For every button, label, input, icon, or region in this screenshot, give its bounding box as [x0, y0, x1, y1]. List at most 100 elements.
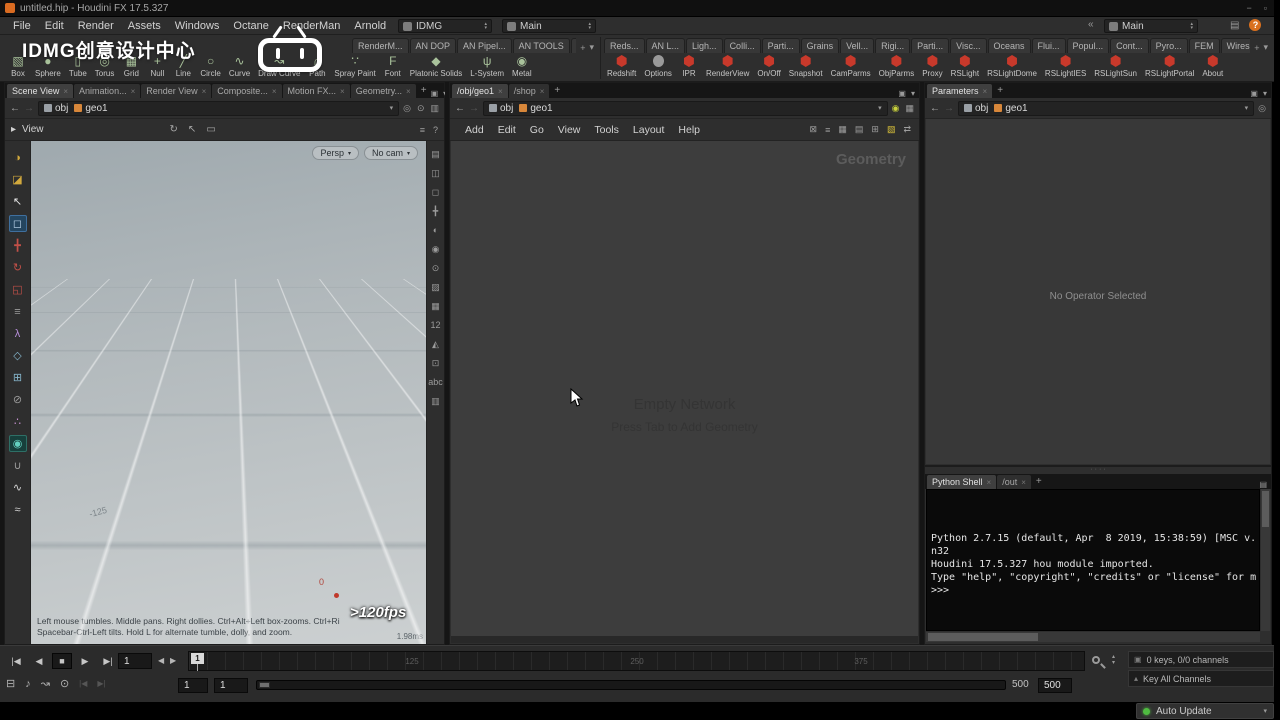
pane-maximize-icon[interactable]: ▣ [1250, 89, 1258, 98]
back-icon[interactable]: ← [455, 103, 465, 114]
shelf-tool-button[interactable]: RSLightSun [1091, 54, 1140, 81]
persp-camera-select[interactable]: Persp ▾ [312, 146, 359, 160]
shelf-tab[interactable]: Parti... [761, 38, 800, 53]
close-icon[interactable]: × [63, 87, 68, 96]
close-icon[interactable]: × [540, 87, 545, 96]
shelf-tab[interactable]: Visc... [950, 38, 987, 53]
spinner-icon[interactable]: ▴ ▾ [1190, 22, 1193, 31]
pin-icon[interactable]: ◎ [1258, 103, 1266, 114]
menu-item[interactable]: Windows [168, 20, 227, 32]
shelf-tool-button[interactable]: F Font [381, 54, 405, 81]
overview-icon[interactable]: ▦ [905, 103, 914, 114]
list-mode-icon[interactable]: ≡ [825, 125, 830, 135]
shelf-tab[interactable]: Colli... [723, 38, 761, 53]
shelf-tool-button[interactable]: ◆ Platonic Solids [407, 54, 465, 81]
network-menu-item[interactable]: View [551, 124, 588, 136]
texture-display-icon[interactable]: ▦ [431, 301, 440, 311]
pane-tab[interactable]: Geometry... × [350, 84, 416, 98]
pane-tab[interactable]: /out × [997, 475, 1031, 489]
play-button[interactable]: ▶ [75, 653, 95, 669]
new-pane-tab-icon[interactable]: + [993, 85, 1007, 96]
gallery-mode-icon[interactable]: ▤ [855, 124, 864, 135]
rig-tool-icon[interactable]: ◇ [9, 347, 27, 364]
frame-decrement-icon[interactable]: ◀ [158, 656, 164, 665]
select-tool-icon[interactable]: ↖ [9, 193, 27, 210]
grid-toggle-icon[interactable]: ▥ [431, 396, 440, 406]
pane-tab[interactable]: /shop × [508, 84, 550, 98]
keys-info-field[interactable]: ▣ 0 keys, 0/0 channels [1128, 651, 1274, 668]
crosshair-icon[interactable]: ╋ [433, 206, 438, 216]
pose-tool-icon[interactable]: λ [9, 325, 27, 342]
camera-view-icon[interactable]: ◫ [431, 168, 440, 178]
shelf-menu-icon[interactable]: ▾ [589, 42, 594, 53]
shelf-tab[interactable]: AN Pipel... [457, 38, 512, 53]
shelf-tool-button[interactable]: Options [641, 54, 675, 81]
network-canvas[interactable]: Geometry Empty Network Press Tab to Add … [451, 141, 918, 636]
pane-tab[interactable]: Render View × [141, 84, 212, 98]
shelf-tool-button[interactable]: ◉ Metal [509, 54, 535, 81]
shelf-tab[interactable]: Parti... [911, 38, 950, 53]
path-field[interactable]: obj geo1 ▾ [958, 100, 1255, 116]
global-range-start-field[interactable]: 1 [178, 678, 208, 693]
reverse-play-button[interactable]: ◀ [29, 653, 49, 669]
pane-tab[interactable]: /obj/geo1 × [452, 84, 508, 98]
layout-icon[interactable]: ▤ [431, 149, 440, 159]
pane-menu-icon[interactable]: ▾ [1263, 89, 1267, 98]
shelf-tool-button[interactable]: Proxy [919, 54, 945, 81]
menu-item[interactable]: Assets [121, 20, 168, 32]
shelf-tool-button[interactable]: ObjParms [876, 54, 918, 81]
shelf-tool-button[interactable]: ○ Circle [197, 54, 223, 81]
scale-tool-icon[interactable]: ◱ [9, 281, 27, 298]
desktop-select[interactable]: Main ▴ ▾ [502, 19, 596, 33]
close-icon[interactable]: × [202, 87, 207, 96]
translate-tool-icon[interactable]: ╋ [9, 237, 27, 254]
path-geo-chip[interactable]: geo1 [519, 103, 553, 114]
shading-mode-icon[interactable]: ⊙ [432, 263, 440, 273]
menu-item[interactable]: Arnold [347, 20, 393, 32]
path-geo-chip[interactable]: geo1 [74, 103, 108, 114]
console-horizontal-scrollbar[interactable] [926, 632, 1260, 642]
search-keys-icon[interactable] [1092, 656, 1100, 664]
grid-mode-icon[interactable]: ▦ [838, 124, 847, 135]
forward-icon[interactable]: → [944, 103, 954, 114]
key-all-channels-button[interactable]: ▴ Key All Channels [1128, 670, 1274, 687]
shelf-tool-button[interactable]: RSLight [948, 54, 982, 81]
shelf-tab[interactable]: Pyro... [1149, 38, 1188, 53]
jump-end-button[interactable]: ▶| [98, 653, 118, 669]
pan-view-icon[interactable]: ⇄ [903, 124, 911, 135]
shelf-tool-button[interactable]: ψ L-System [467, 54, 507, 81]
auto-update-select[interactable]: Auto Update ▾ [1136, 703, 1274, 719]
path-obj-chip[interactable]: obj [964, 103, 988, 114]
material-display-icon[interactable]: ▨ [431, 282, 440, 292]
new-pane-tab-icon[interactable]: + [1032, 476, 1046, 487]
pane-list-icon[interactable]: ▤ [1259, 480, 1267, 489]
pin-icon[interactable]: ◎ [403, 103, 411, 114]
path-dropdown-icon[interactable]: ▾ [878, 104, 882, 112]
close-icon[interactable]: × [272, 87, 277, 96]
python-console[interactable]: Python 2.7.15 (default, Apr 8 2019, 15:3… [926, 489, 1260, 631]
close-icon[interactable]: × [406, 87, 411, 96]
shelf-tool-button[interactable]: RSLightPortal [1142, 54, 1197, 81]
box-pick-icon[interactable]: ▭ [206, 124, 215, 135]
snapshot-icon[interactable]: ⊡ [432, 358, 440, 368]
jump-start-button[interactable]: |◀ [6, 653, 26, 669]
add-shelf-tab-icon[interactable]: + [580, 43, 585, 53]
pane-resize-handle[interactable]: · · · · [925, 466, 1271, 474]
shelf-tab[interactable]: Wires [1220, 38, 1251, 53]
pane-maximize-icon[interactable]: ▣ [898, 89, 906, 98]
pane-tab[interactable]: Parameters × [927, 84, 993, 98]
shelf-tab[interactable]: Ligh... [686, 38, 723, 53]
current-frame-field[interactable]: 1 [118, 653, 152, 669]
path-field[interactable]: obj geo1 ▾ [483, 100, 888, 116]
shelf-tab[interactable]: Oceans [987, 38, 1031, 53]
network-menu-item[interactable]: Tools [587, 124, 626, 136]
panel-grid-icon[interactable]: ▤ [1230, 20, 1239, 31]
sync-lamp-icon[interactable]: ◉ [892, 103, 900, 114]
shelf-menu-icon[interactable]: ▾ [1263, 42, 1268, 53]
shelf-tab[interactable]: AN L... [645, 38, 686, 53]
close-icon[interactable]: × [340, 87, 345, 96]
look-through-camera-select[interactable]: No cam ▾ [363, 146, 418, 160]
viewport-canvas[interactable]: Persp ▾ No cam ▾ -125 0 Left mouse tumbl… [31, 141, 426, 644]
box-select-tool-icon[interactable]: ◻ [8, 215, 27, 232]
network-scroll-strip[interactable] [451, 636, 918, 643]
